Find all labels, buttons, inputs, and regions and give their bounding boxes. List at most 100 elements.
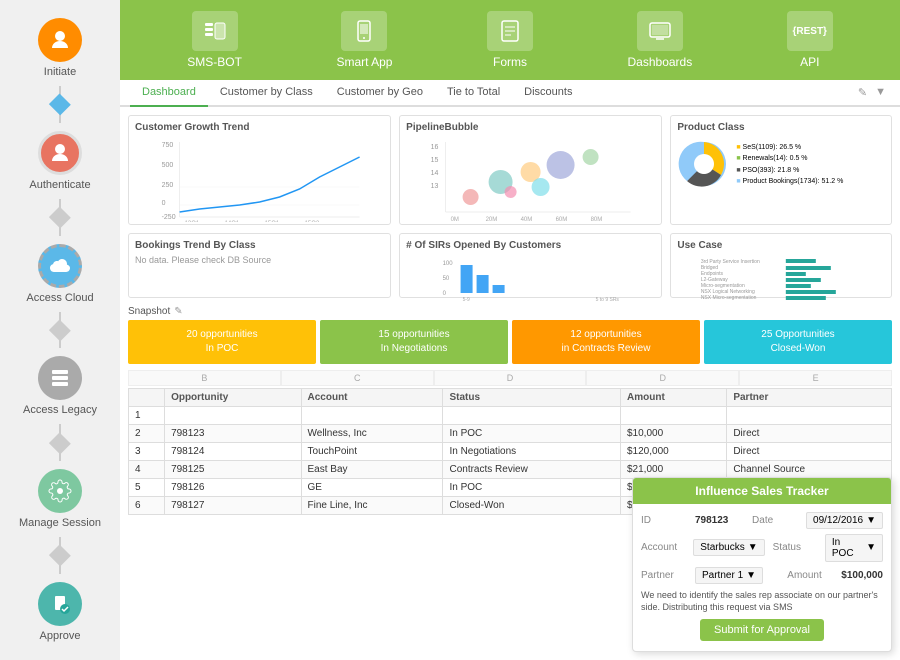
sidebar-item-access-cloud[interactable]: Access Cloud — [0, 236, 120, 312]
col-e: E — [739, 370, 892, 386]
access-cloud-icon — [38, 244, 82, 288]
tracker-note: We need to identify the sales rep associ… — [641, 589, 883, 614]
tile-poc-label: In POC — [133, 342, 311, 356]
usecase-title: Use Case — [677, 240, 885, 251]
tracker-partner-dropdown[interactable]: Partner 1 ▼ — [695, 567, 763, 584]
svg-text:500: 500 — [162, 162, 174, 169]
sidebar-label-authenticate: Authenticate — [29, 179, 90, 191]
tile-poc[interactable]: 20 opportunities In POC — [128, 320, 316, 364]
tracker-amount-value: $100,000 — [841, 570, 883, 581]
tab-customer-class[interactable]: Customer by Class — [208, 80, 325, 107]
sidebar-item-access-legacy[interactable]: Access Legacy — [0, 348, 120, 424]
nav-smartapp[interactable]: Smart App — [336, 11, 392, 69]
growth-trend-chart: Customer Growth Trend 750 500 250 0 -250… — [128, 115, 391, 225]
tab-tie-to-total[interactable]: Tie to Total — [435, 80, 512, 107]
tile-closed-won[interactable]: 25 Opportunities Closed-Won — [704, 320, 892, 364]
nav-smsbot[interactable]: SMS-BOT — [187, 11, 242, 69]
row1-partner — [727, 407, 892, 425]
filter-icon[interactable]: ▼ — [871, 80, 890, 105]
tracker-partner-value: Partner 1 — [702, 570, 743, 581]
table-row[interactable]: 1 — [129, 407, 892, 425]
svg-text:100: 100 — [443, 261, 454, 267]
bookings-title: Bookings Trend By Class — [135, 240, 384, 251]
edit-icon[interactable]: ✎ — [854, 80, 871, 105]
svg-text:0M: 0M — [451, 217, 459, 222]
row1-acc — [301, 407, 443, 425]
tab-customer-geo[interactable]: Customer by Geo — [325, 80, 435, 107]
svg-text:50: 50 — [443, 276, 450, 282]
svg-text:15Q2: 15Q2 — [305, 221, 320, 222]
svg-text:5-9: 5-9 — [463, 297, 470, 303]
svg-text:0: 0 — [162, 200, 166, 207]
tile-con-count: 12 opportunities — [517, 328, 695, 342]
row5-acc: GE — [301, 479, 443, 497]
tile-cw-count: 25 Opportunities — [709, 328, 887, 342]
forms-icon — [487, 11, 533, 51]
submit-approval-button[interactable]: Submit for Approval — [700, 619, 824, 641]
charts-row-1: Customer Growth Trend 750 500 250 0 -250… — [128, 115, 892, 225]
table-row[interactable]: 4 798125 East Bay Contracts Review $21,0… — [129, 461, 892, 479]
dashboards-icon — [637, 11, 683, 51]
product-class-title: Product Class — [677, 122, 885, 133]
sidebar-item-approve[interactable]: Approve — [0, 574, 120, 650]
svg-text:80M: 80M — [591, 217, 603, 222]
nav-smartapp-label: Smart App — [336, 55, 392, 69]
nav-api[interactable]: {REST} API — [787, 11, 833, 69]
sidebar-label-access-cloud: Access Cloud — [26, 292, 93, 304]
tracker-status-dropdown[interactable]: In POC ▼ — [825, 534, 883, 562]
access-legacy-icon — [38, 356, 82, 400]
nav-forms-label: Forms — [493, 55, 527, 69]
svg-text:14: 14 — [431, 170, 439, 177]
svg-text:750: 750 — [162, 142, 174, 149]
nav-dashboards-label: Dashboards — [628, 55, 693, 69]
sidebar-label-initiate: Initiate — [44, 66, 76, 78]
snapshot-icon[interactable]: ✎ — [174, 306, 182, 317]
sidebar-item-initiate[interactable]: Initiate — [0, 10, 120, 86]
tracker-date-dropdown[interactable]: 09/12/2016 ▼ — [806, 512, 883, 529]
sidebar-item-manage-session[interactable]: Manage Session — [0, 461, 120, 537]
tab-dashboard[interactable]: Dashboard — [130, 80, 208, 107]
content-area: SMS-BOT Smart App — [120, 0, 900, 660]
nav-dashboards[interactable]: Dashboards — [628, 11, 693, 69]
tracker-date-value: 09/12/2016 — [813, 515, 863, 526]
tile-contracts[interactable]: 12 opportunities in Contracts Review — [512, 320, 700, 364]
initiate-icon — [38, 18, 82, 62]
row2-num: 2 — [129, 425, 165, 443]
tracker-id-row: ID 798123 Date 09/12/2016 ▼ — [641, 512, 883, 529]
main-container: Initiate Authenticate Access Cloud — [0, 0, 900, 660]
table-row[interactable]: 3 798124 TouchPoint In Negotiations $120… — [129, 443, 892, 461]
row1-opp — [165, 407, 301, 425]
table-row[interactable]: 2 798123 Wellness, Inc In POC $10,000 Di… — [129, 425, 892, 443]
tile-negotiations[interactable]: 15 opportunities In Negotiations — [320, 320, 508, 364]
col-d2: D — [586, 370, 739, 386]
sidebar-label-access-legacy: Access Legacy — [23, 404, 97, 416]
tab-discounts[interactable]: Discounts — [512, 80, 584, 107]
tracker-partner-row: Partner Partner 1 ▼ Amount $100,000 — [641, 567, 883, 584]
svg-text:20M: 20M — [486, 217, 498, 222]
col-header-partner: Partner — [727, 389, 892, 407]
row6-acc: Fine Line, Inc — [301, 497, 443, 515]
row3-amount: $120,000 — [621, 443, 727, 461]
diamond-connector-5 — [49, 545, 71, 567]
col-header-num — [129, 389, 165, 407]
tabs: Dashboard Customer by Class Customer by … — [120, 80, 900, 107]
tile-con-label: in Contracts Review — [517, 342, 695, 356]
svg-text:16: 16 — [431, 144, 439, 151]
api-icon: {REST} — [787, 11, 833, 51]
row5-status: In POC — [443, 479, 621, 497]
row4-opp: 798125 — [165, 461, 301, 479]
sirs-chart: # Of SIRs Opened By Customers 100 50 0 5… — [399, 233, 662, 298]
row4-num: 4 — [129, 461, 165, 479]
pipeline-bubble-chart: PipelineBubble 16 15 14 13 — [399, 115, 662, 225]
diamond-connector-2 — [49, 206, 71, 228]
tracker-account-dropdown[interactable]: Starbucks ▼ — [693, 539, 764, 556]
row3-partner: Direct — [727, 443, 892, 461]
col-b: B — [128, 370, 281, 386]
nav-forms[interactable]: Forms — [487, 11, 533, 69]
product-seg-4: ■ Product Bookings(1734): 51.2 % — [736, 176, 843, 187]
tracker-date-chevron: ▼ — [866, 515, 876, 526]
tracker-account-row: Account Starbucks ▼ Status In POC ▼ — [641, 534, 883, 562]
tracker-header: Influence Sales Tracker — [633, 478, 891, 504]
sidebar-item-authenticate[interactable]: Authenticate — [0, 123, 120, 199]
svg-text:NSX Micro-segmentation: NSX Micro-segmentation — [701, 295, 757, 301]
